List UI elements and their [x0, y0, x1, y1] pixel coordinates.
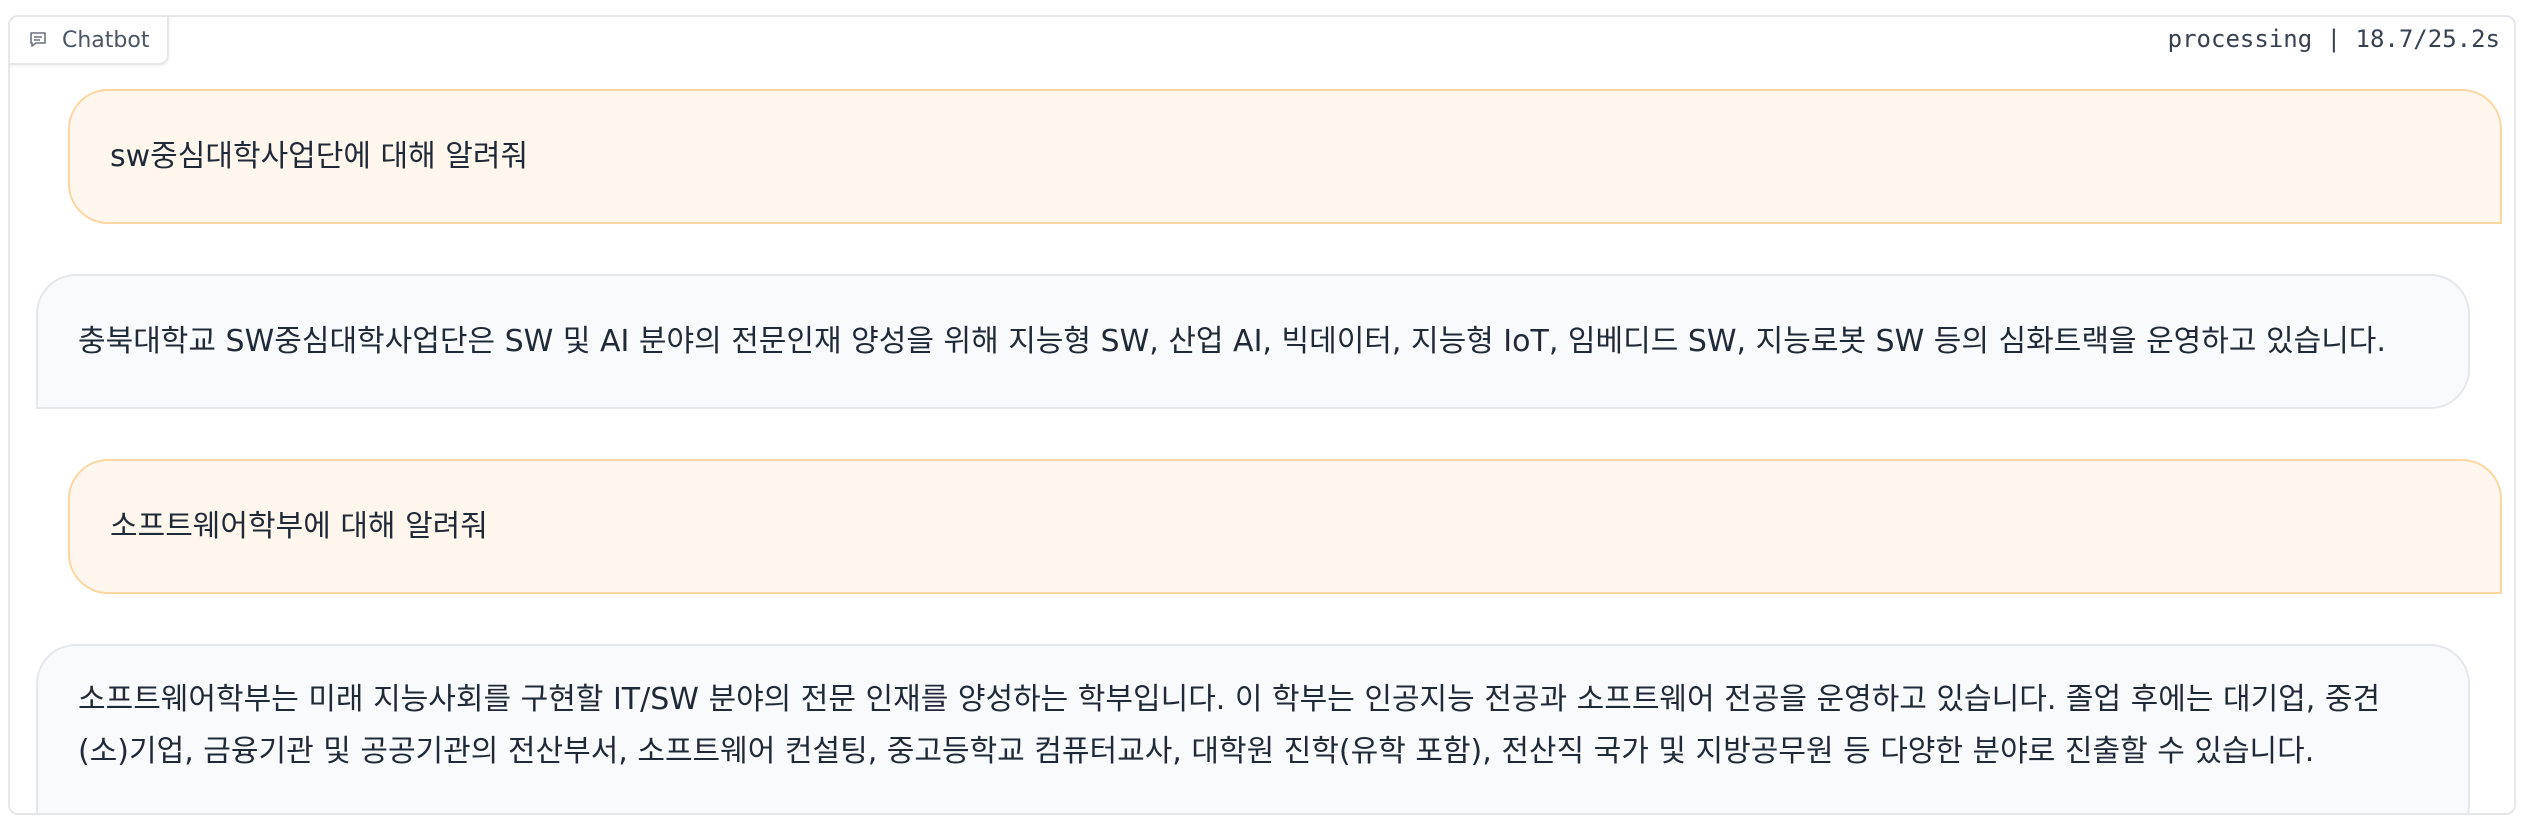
- chat-bubble-icon: [28, 30, 48, 50]
- message-text: 소프트웨어학부는 미래 지능사회를 구현할 IT/SW 분야의 전문 인재를 양…: [78, 682, 2381, 769]
- processing-status: processing | 18.7/25.2s: [2167, 25, 2500, 53]
- user-message: sw중심대학사업단에 대해 알려줘: [68, 89, 2502, 224]
- message-list: sw중심대학사업단에 대해 알려줘 충북대학교 SW중심대학사업단은 SW 및 …: [10, 17, 2514, 813]
- message-text: sw중심대학사업단에 대해 알려줘: [110, 138, 529, 174]
- message-text: 소프트웨어학부에 대해 알려줘: [110, 508, 488, 544]
- message-text: 충북대학교 SW중심대학사업단은 SW 및 AI 분야의 전문인재 양성을 위해…: [78, 323, 2386, 359]
- chatbot-label-text: Chatbot: [62, 27, 150, 53]
- chatbot-panel: Chatbot processing | 18.7/25.2s sw중심대학사업…: [8, 15, 2516, 815]
- user-message: 소프트웨어학부에 대해 알려줘: [68, 459, 2502, 594]
- bot-message: 충북대학교 SW중심대학사업단은 SW 및 AI 분야의 전문인재 양성을 위해…: [36, 274, 2470, 409]
- chatbot-label: Chatbot: [10, 17, 170, 65]
- bot-message: 소프트웨어학부는 미래 지능사회를 구현할 IT/SW 분야의 전문 인재를 양…: [36, 644, 2470, 813]
